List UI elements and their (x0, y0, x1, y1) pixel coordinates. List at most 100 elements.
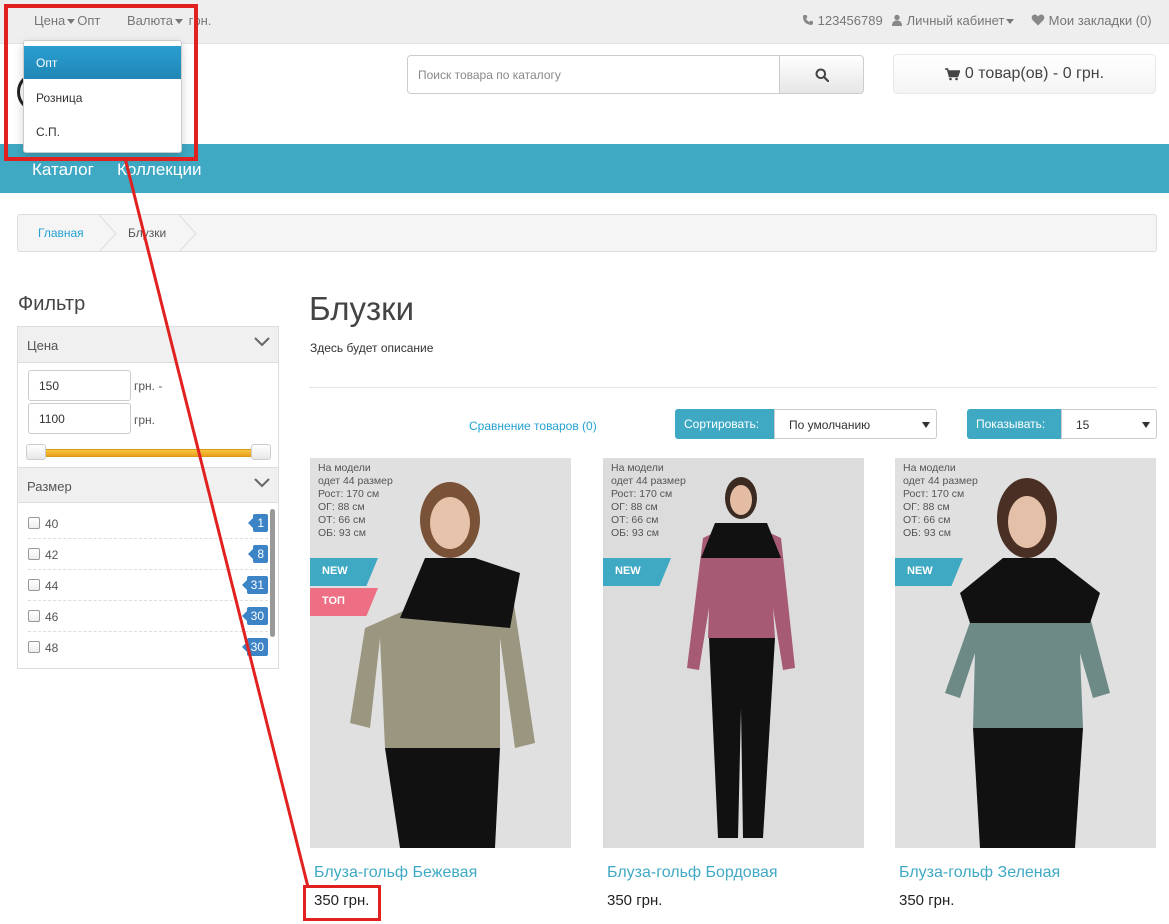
price-max-input[interactable] (28, 403, 131, 434)
sort-value: По умолчанию (789, 418, 871, 432)
size-count-badge: 30 (241, 638, 268, 656)
size-count-badge: 31 (241, 576, 268, 594)
size-filter-header[interactable]: Размер (18, 467, 278, 503)
wishlist-label: Мои закладки (0) (1048, 13, 1152, 28)
limit-select[interactable]: 15 (1061, 409, 1157, 439)
search-input[interactable] (407, 55, 780, 94)
model-info: На модели одет 44 размер Рост: 170 см ОГ… (611, 462, 686, 540)
new-badge: NEW (603, 558, 671, 586)
account-menu[interactable]: Личный кабинет (891, 13, 1016, 28)
category-description: Здесь будет описание (310, 341, 434, 355)
size-checkbox[interactable] (28, 517, 40, 529)
breadcrumb-separator-icon (98, 215, 117, 252)
price-min-input[interactable] (28, 370, 131, 401)
size-checkbox[interactable] (28, 610, 40, 622)
wishlist-link[interactable]: Мои закладки (0) (1031, 13, 1152, 28)
breadcrumb-current: Блузки (128, 226, 167, 240)
price-range-slider[interactable] (28, 449, 270, 457)
new-badge: NEW (310, 558, 378, 586)
product-price: 350 грн. (607, 892, 663, 909)
model-info-line: ОТ: 66 см (611, 514, 659, 526)
search-button[interactable] (779, 55, 864, 94)
size-filter-label: Размер (27, 479, 72, 494)
model-info-line: ОБ: 93 см (318, 527, 366, 539)
phone-number: 123456789 (817, 13, 883, 28)
price-slider-min-handle[interactable] (26, 444, 46, 460)
price-slider-max-handle[interactable] (251, 444, 271, 460)
cart-icon (944, 67, 960, 80)
page-title: Блузки (309, 290, 415, 327)
limit-label: Показывать: (967, 409, 1061, 439)
search-icon (815, 68, 829, 82)
model-info-line: одет 44 размер (611, 475, 686, 487)
chevron-down-icon (254, 337, 270, 347)
price-filter-header[interactable]: Цена (18, 327, 278, 363)
nav-collections[interactable]: Коллекции (117, 160, 201, 180)
breadcrumb-separator-icon (178, 215, 197, 252)
nav-catalog[interactable]: Каталог (32, 160, 94, 180)
model-info-line: ОГ: 88 см (318, 501, 365, 513)
size-option[interactable]: 44 31 (28, 570, 268, 601)
price-filter-label: Цена (27, 338, 59, 353)
price-min-unit: грн. - (134, 379, 163, 393)
size-checkbox[interactable] (28, 579, 40, 591)
model-info-line: ОБ: 93 см (903, 527, 951, 539)
sort-label: Сортировать: (675, 409, 774, 439)
cart-button[interactable]: 0 товар(ов) - 0 грн. (893, 54, 1156, 94)
model-info-line: одет 44 размер (903, 475, 978, 487)
size-option[interactable]: 42 8 (28, 539, 268, 570)
model-info-line: Рост: 170 см (611, 488, 673, 500)
model-info-line: На модели (903, 462, 956, 474)
chevron-down-icon (1006, 19, 1015, 25)
model-info: На модели одет 44 размер Рост: 170 см ОГ… (318, 462, 393, 540)
account-label: Личный кабинет (906, 13, 1005, 28)
size-option[interactable]: 48 30 (28, 632, 268, 663)
size-label: 44 (45, 579, 59, 593)
size-option[interactable]: 40 1 (28, 508, 268, 539)
phone-icon (803, 15, 813, 25)
product-image[interactable]: На модели одет 44 размер Рост: 170 см ОГ… (603, 458, 864, 848)
breadcrumb-home[interactable]: Главная (38, 226, 84, 240)
chevron-down-icon (254, 478, 270, 488)
size-option[interactable]: 46 30 (28, 601, 268, 632)
annotation-highlight-price (303, 885, 381, 921)
top-badge: ТОП (310, 588, 378, 616)
size-count-badge: 8 (248, 545, 268, 563)
size-list-scrollbar[interactable] (270, 509, 275, 637)
product-image[interactable]: На модели одет 44 размер Рост: 170 см ОГ… (895, 458, 1156, 848)
phone-link[interactable]: 123456789 (802, 13, 883, 28)
annotation-highlight-dropdown (4, 4, 198, 161)
product-name-link[interactable]: Блуза-гольф Зеленая (899, 864, 1060, 882)
size-checkbox[interactable] (28, 641, 40, 653)
filter-title: Фильтр (18, 293, 86, 315)
size-label: 48 (45, 641, 59, 655)
filter-panel: Цена грн. - грн. Размер 40 1 42 8 44 31 … (17, 326, 279, 669)
model-info-line: ОГ: 88 см (903, 501, 950, 513)
product-image[interactable]: На модели одет 44 размер Рост: 170 см ОГ… (310, 458, 571, 848)
cart-summary: 0 товар(ов) - 0 грн. (964, 65, 1105, 82)
model-info-line: ОБ: 93 см (611, 527, 659, 539)
size-label: 46 (45, 610, 59, 624)
sort-select[interactable]: По умолчанию (774, 409, 937, 439)
breadcrumb: Главная Блузки (17, 214, 1157, 252)
product-name-link[interactable]: Блуза-гольф Бежевая (314, 864, 477, 882)
model-info-line: ОТ: 66 см (318, 514, 366, 526)
price-max-unit: грн. (134, 413, 156, 427)
model-info-line: Рост: 170 см (318, 488, 380, 500)
model-info-line: ОГ: 88 см (611, 501, 658, 513)
limit-value: 15 (1076, 418, 1090, 432)
user-icon (892, 14, 902, 26)
chevron-down-icon (922, 422, 930, 428)
product-name-link[interactable]: Блуза-гольф Бордовая (607, 864, 778, 882)
size-checkbox[interactable] (28, 548, 40, 560)
size-label: 40 (45, 517, 59, 531)
model-info: На модели одет 44 размер Рост: 170 см ОГ… (903, 462, 978, 540)
model-info-line: Рост: 170 см (903, 488, 965, 500)
product-price: 350 грн. (899, 892, 955, 909)
heart-icon (1031, 14, 1045, 26)
compare-products-link[interactable]: Сравнение товаров (0) (469, 419, 597, 433)
new-badge: NEW (895, 558, 963, 586)
model-info-line: На модели (611, 462, 664, 474)
size-label: 42 (45, 548, 59, 562)
chevron-down-icon (1142, 422, 1150, 428)
